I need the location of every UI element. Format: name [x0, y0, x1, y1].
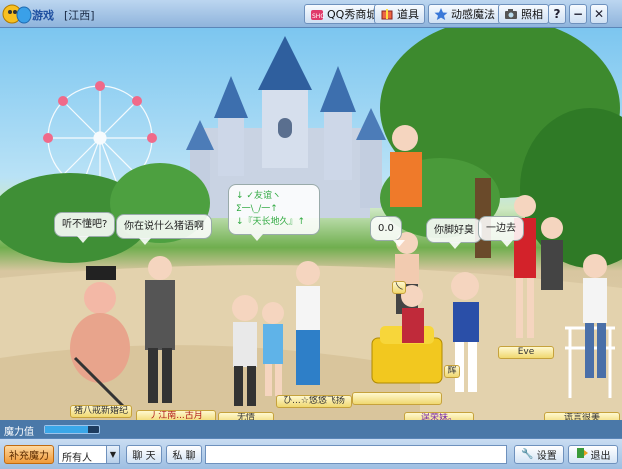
- chat-target-select[interactable]: 所有人 ▼: [58, 445, 120, 464]
- exit-button[interactable]: 退出: [568, 445, 618, 464]
- chat-target-value: 所有人: [62, 453, 92, 464]
- qq-show-shop-button[interactable]: SHOP QQ秀商城: [304, 4, 384, 24]
- shop-label: QQ秀商城: [327, 8, 378, 21]
- chat-button[interactable]: 聊 天: [126, 445, 162, 464]
- help-button[interactable]: ?: [548, 4, 566, 24]
- magic-value-fill: [45, 426, 89, 433]
- svg-text:游戏: 游戏: [32, 8, 54, 22]
- avatar-sofa-girl: [401, 285, 424, 343]
- magic-value-label: 魔力值: [4, 427, 34, 438]
- speech-bubble: 听不懂吧?: [54, 212, 116, 243]
- close-button[interactable]: ✕: [590, 4, 608, 24]
- exit-icon: [576, 447, 588, 462]
- private-chat-button[interactable]: 私 聊: [166, 445, 202, 464]
- svg-text:SHOP: SHOP: [312, 13, 324, 20]
- avatar-glasses: [541, 217, 563, 290]
- player-nametag[interactable]: [352, 392, 442, 405]
- player-nametag[interactable]: 乀: [392, 281, 406, 294]
- player-nametag[interactable]: 辉: [444, 365, 460, 378]
- player-nametag[interactable]: 猪八戒新婚纪: [70, 405, 132, 418]
- speech-bubble: 一边去: [478, 216, 524, 247]
- magic-label: 动感魔法: [451, 8, 495, 21]
- qq-game-logo: 游戏: [2, 2, 58, 26]
- title-bar: 游戏 [江西] SHOP QQ秀商城 道具 动感魔法 照相 ? − ✕: [0, 0, 622, 28]
- avatar-youyou: [296, 261, 320, 385]
- game-scene: 听不懂吧? 你在说什么猪语啊 ↓ ✓友谊ヽ Σ一\_/一↑ ↓『天长地久』↑ 0…: [0, 28, 622, 420]
- settings-button[interactable]: 🔧 设置: [514, 445, 564, 464]
- chat-input[interactable]: [205, 445, 507, 464]
- speech-bubble: 你脚好臭: [426, 218, 482, 249]
- room-name: [江西]: [64, 9, 95, 22]
- player-nametag[interactable]: 无情: [218, 412, 274, 420]
- speech-bubble: ↓ ✓友谊ヽ Σ一\_/一↑ ↓『天长地久』↑: [228, 184, 320, 241]
- speech-bubble: 你在说什么猪语啊: [116, 214, 212, 245]
- props-button[interactable]: 道具: [374, 4, 425, 24]
- speech-bubble: 0.0: [370, 216, 405, 247]
- magic-button[interactable]: 动感魔法: [428, 4, 501, 24]
- props-label: 道具: [397, 8, 419, 21]
- chat-toolbar: 补充魔力 所有人 ▼ 聊 天 私 聊 🔧 设置 退出: [0, 438, 622, 469]
- photo-button[interactable]: 照相: [498, 4, 549, 24]
- star-icon: [434, 7, 448, 21]
- photo-label: 照相: [521, 8, 543, 21]
- player-nametag[interactable]: 丿江南...古月: [136, 410, 216, 420]
- magic-value-bar: [44, 425, 100, 434]
- magic-status-row: 魔力值: [0, 420, 622, 438]
- player-nametag[interactable]: 谎言很美: [544, 412, 620, 420]
- chevron-down-icon[interactable]: ▼: [106, 446, 119, 463]
- camera-icon: [504, 7, 518, 21]
- shop-icon: SHOP: [310, 7, 329, 21]
- player-nametag[interactable]: ひ...☆悠悠飞扬: [276, 395, 352, 408]
- props-icon: [380, 7, 394, 21]
- player-nametag[interactable]: 逞荣妹。: [404, 412, 474, 420]
- player-nametag[interactable]: Eve: [498, 346, 554, 359]
- avatar-orange: [390, 125, 422, 207]
- replenish-magic-button[interactable]: 补充魔力: [4, 445, 54, 464]
- minimize-button[interactable]: −: [569, 4, 587, 24]
- wrench-icon: 🔧: [521, 449, 534, 460]
- settings-label: 设置: [536, 451, 557, 462]
- exit-label: 退出: [590, 451, 611, 462]
